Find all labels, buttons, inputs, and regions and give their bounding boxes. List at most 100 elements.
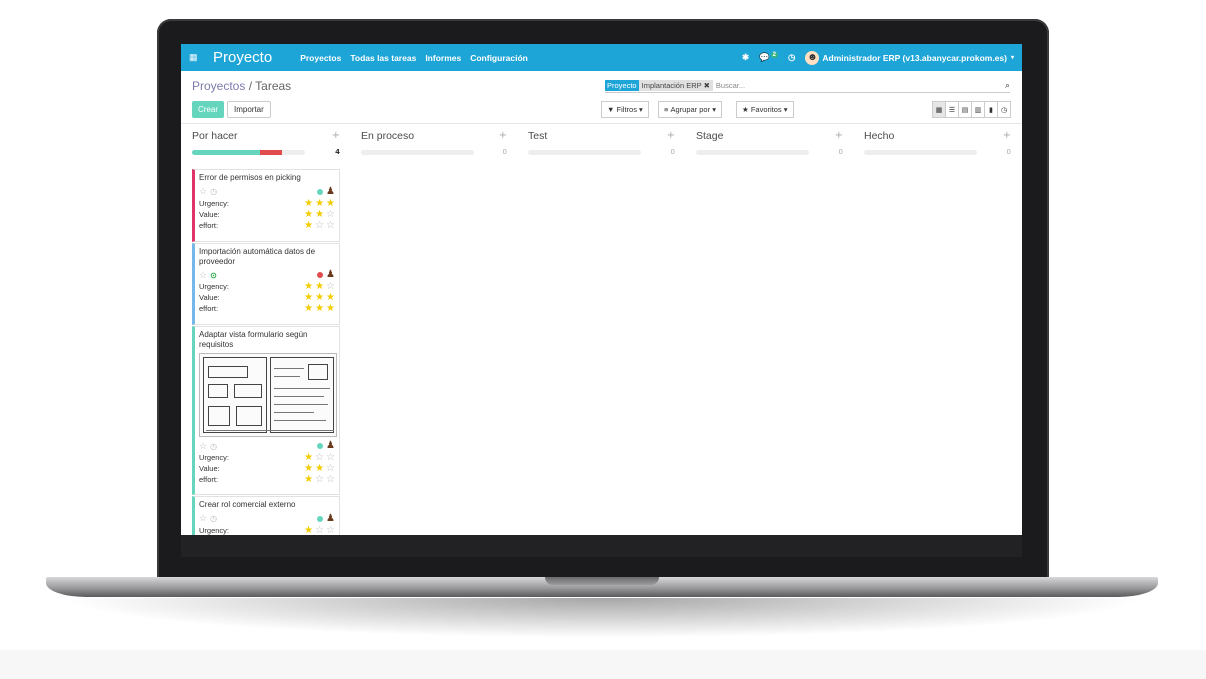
calendar-view-icon[interactable]: ▤ (958, 101, 972, 118)
priority-star-icon[interactable]: ☆ (199, 186, 207, 197)
star-filled-icon[interactable]: ★ (304, 281, 313, 292)
star-empty-icon[interactable]: ☆ (326, 281, 335, 292)
star-filled-icon[interactable]: ★ (315, 292, 324, 303)
add-task-icon[interactable]: + (835, 130, 843, 141)
column-progress-bar (528, 150, 641, 155)
chat-icon[interactable]: 💬 (759, 52, 770, 63)
rating-stars[interactable]: ★ ★ ☆ (304, 281, 335, 292)
favorites-button[interactable]: ★ Favoritos ▾ (736, 101, 794, 118)
search-icon[interactable]: ⌕ (1005, 80, 1010, 91)
group-by-button[interactable]: ≡ Agrupar por ▾ (658, 101, 722, 118)
star-filled-icon[interactable]: ★ (304, 303, 313, 314)
rating-stars[interactable]: ★ ★ ☆ (304, 209, 335, 220)
kanban-state-dot[interactable] (317, 443, 324, 449)
app-brand[interactable]: Proyecto (213, 49, 272, 66)
star-filled-icon[interactable]: ★ (304, 474, 313, 485)
column-progress-bar[interactable] (192, 150, 305, 155)
kanban-view-icon[interactable]: ▦ (932, 101, 946, 118)
sketch-line (274, 404, 328, 405)
add-task-icon[interactable]: + (499, 130, 507, 141)
activity-check-icon[interactable]: ⊙ (210, 271, 217, 280)
activity-clock-icon[interactable]: ◷ (210, 442, 217, 451)
star-filled-icon[interactable]: ★ (315, 303, 324, 314)
menu-proyectos[interactable]: Proyectos (300, 53, 341, 63)
add-task-icon[interactable]: + (332, 130, 340, 141)
task-card[interactable]: Importación automática datos de proveedo… (192, 243, 340, 325)
rating-stars[interactable]: ★ ☆ ☆ (304, 474, 335, 485)
column-progress-bar (361, 150, 474, 155)
apps-grid-icon[interactable]: ▦ (189, 52, 201, 63)
progress-green (192, 150, 260, 155)
add-task-icon[interactable]: + (667, 130, 675, 141)
star-filled-icon[interactable]: ★ (315, 198, 324, 209)
star-filled-icon[interactable]: ★ (315, 281, 324, 292)
star-filled-icon[interactable]: ★ (326, 198, 335, 209)
list-view-icon[interactable]: ☰ (945, 101, 959, 118)
rating-stars[interactable]: ★ ★ ★ (304, 303, 335, 314)
kanban-state-dot[interactable] (317, 515, 324, 522)
kanban-state-dot[interactable] (317, 188, 324, 195)
star-empty-icon[interactable]: ☆ (326, 452, 335, 463)
search-bar[interactable]: Proyecto Implantación ERP ✖ Buscar... ⌕ (605, 79, 1010, 93)
rating-stars[interactable]: ★ ★ ★ (304, 198, 335, 209)
star-filled-icon[interactable]: ★ (304, 525, 313, 536)
search-input[interactable]: Buscar... (716, 81, 745, 90)
rating-stars[interactable]: ★ ★ ☆ (304, 463, 335, 474)
menu-configuracion[interactable]: Configuración (470, 53, 528, 63)
rating-stars[interactable]: ★ ☆ ☆ (304, 452, 335, 463)
star-filled-icon[interactable]: ★ (304, 198, 313, 209)
star-filled-icon[interactable]: ★ (326, 292, 335, 303)
star-empty-icon[interactable]: ☆ (315, 220, 324, 231)
star-icon: ★ (742, 105, 749, 114)
bug-icon[interactable]: ✱ (742, 52, 749, 63)
star-filled-icon[interactable]: ★ (304, 452, 313, 463)
star-filled-icon[interactable]: ★ (304, 463, 313, 474)
star-empty-icon[interactable]: ☆ (326, 463, 335, 474)
sketch-box (208, 384, 228, 398)
menu-todas-las-tareas[interactable]: Todas las tareas (350, 53, 416, 63)
kanban-state-dot[interactable] (317, 272, 324, 278)
star-empty-icon[interactable]: ☆ (315, 474, 324, 485)
filters-button[interactable]: ▼ Filtros ▾ (601, 101, 649, 118)
create-button[interactable]: Crear (192, 101, 225, 118)
priority-star-icon[interactable]: ☆ (199, 270, 207, 281)
pivot-view-icon[interactable]: ▥ (971, 101, 985, 118)
activity-clock-icon[interactable]: ◷ (788, 52, 795, 63)
star-empty-icon[interactable]: ☆ (315, 452, 324, 463)
activity-clock-icon[interactable]: ◷ (210, 187, 217, 196)
star-filled-icon[interactable]: ★ (304, 209, 313, 220)
task-card[interactable]: Adaptar vista formulario según requisito… (192, 326, 340, 495)
star-filled-icon[interactable]: ★ (315, 209, 324, 220)
rating-row: Urgency: ★ ★ ★ (199, 198, 335, 209)
priority-star-icon[interactable]: ☆ (199, 513, 207, 524)
task-card[interactable]: Error de permisos en picking ☆ ◷ ♟ Urgen… (192, 169, 340, 242)
graph-view-icon[interactable]: ▮ (984, 101, 998, 118)
remove-facet-icon[interactable]: ✖ (704, 81, 710, 90)
activity-clock-icon[interactable]: ◷ (210, 514, 217, 523)
star-filled-icon[interactable]: ★ (315, 463, 324, 474)
priority-star-icon[interactable]: ☆ (199, 441, 207, 452)
star-empty-icon[interactable]: ☆ (326, 474, 335, 485)
import-button[interactable]: Importar (227, 101, 271, 118)
star-empty-icon[interactable]: ☆ (326, 525, 335, 536)
star-filled-icon[interactable]: ★ (304, 220, 313, 231)
rating-stars[interactable]: ★ ☆ ☆ (304, 525, 335, 536)
star-filled-icon[interactable]: ★ (304, 292, 313, 303)
navbar-systray: ✱ 💬 2 ◷ ☻ Administrador ERP (v13.abanyca… (742, 50, 1014, 65)
star-empty-icon[interactable]: ☆ (326, 220, 335, 231)
star-empty-icon[interactable]: ☆ (315, 525, 324, 536)
activity-view-icon[interactable]: ◷ (997, 101, 1011, 118)
filter-icon: ▼ (607, 105, 615, 114)
user-menu[interactable]: ☻ Administrador ERP (v13.abanycar.prokom… (805, 50, 1014, 65)
rating-row: Value: ★ ★ ★ (199, 292, 335, 303)
rating-stars[interactable]: ★ ☆ ☆ (304, 220, 335, 231)
chat-badge: 2 (770, 51, 778, 58)
menu-informes[interactable]: Informes (425, 53, 461, 63)
star-filled-icon[interactable]: ★ (326, 303, 335, 314)
rating-stars[interactable]: ★ ★ ★ (304, 292, 335, 303)
add-task-icon[interactable]: + (1003, 130, 1011, 141)
sketch-box (308, 364, 328, 380)
star-empty-icon[interactable]: ☆ (326, 209, 335, 220)
breadcrumb-parent[interactable]: Proyectos (192, 79, 245, 93)
task-card[interactable]: Crear rol comercial externo ☆ ◷ ♟ Urgenc… (192, 496, 340, 535)
